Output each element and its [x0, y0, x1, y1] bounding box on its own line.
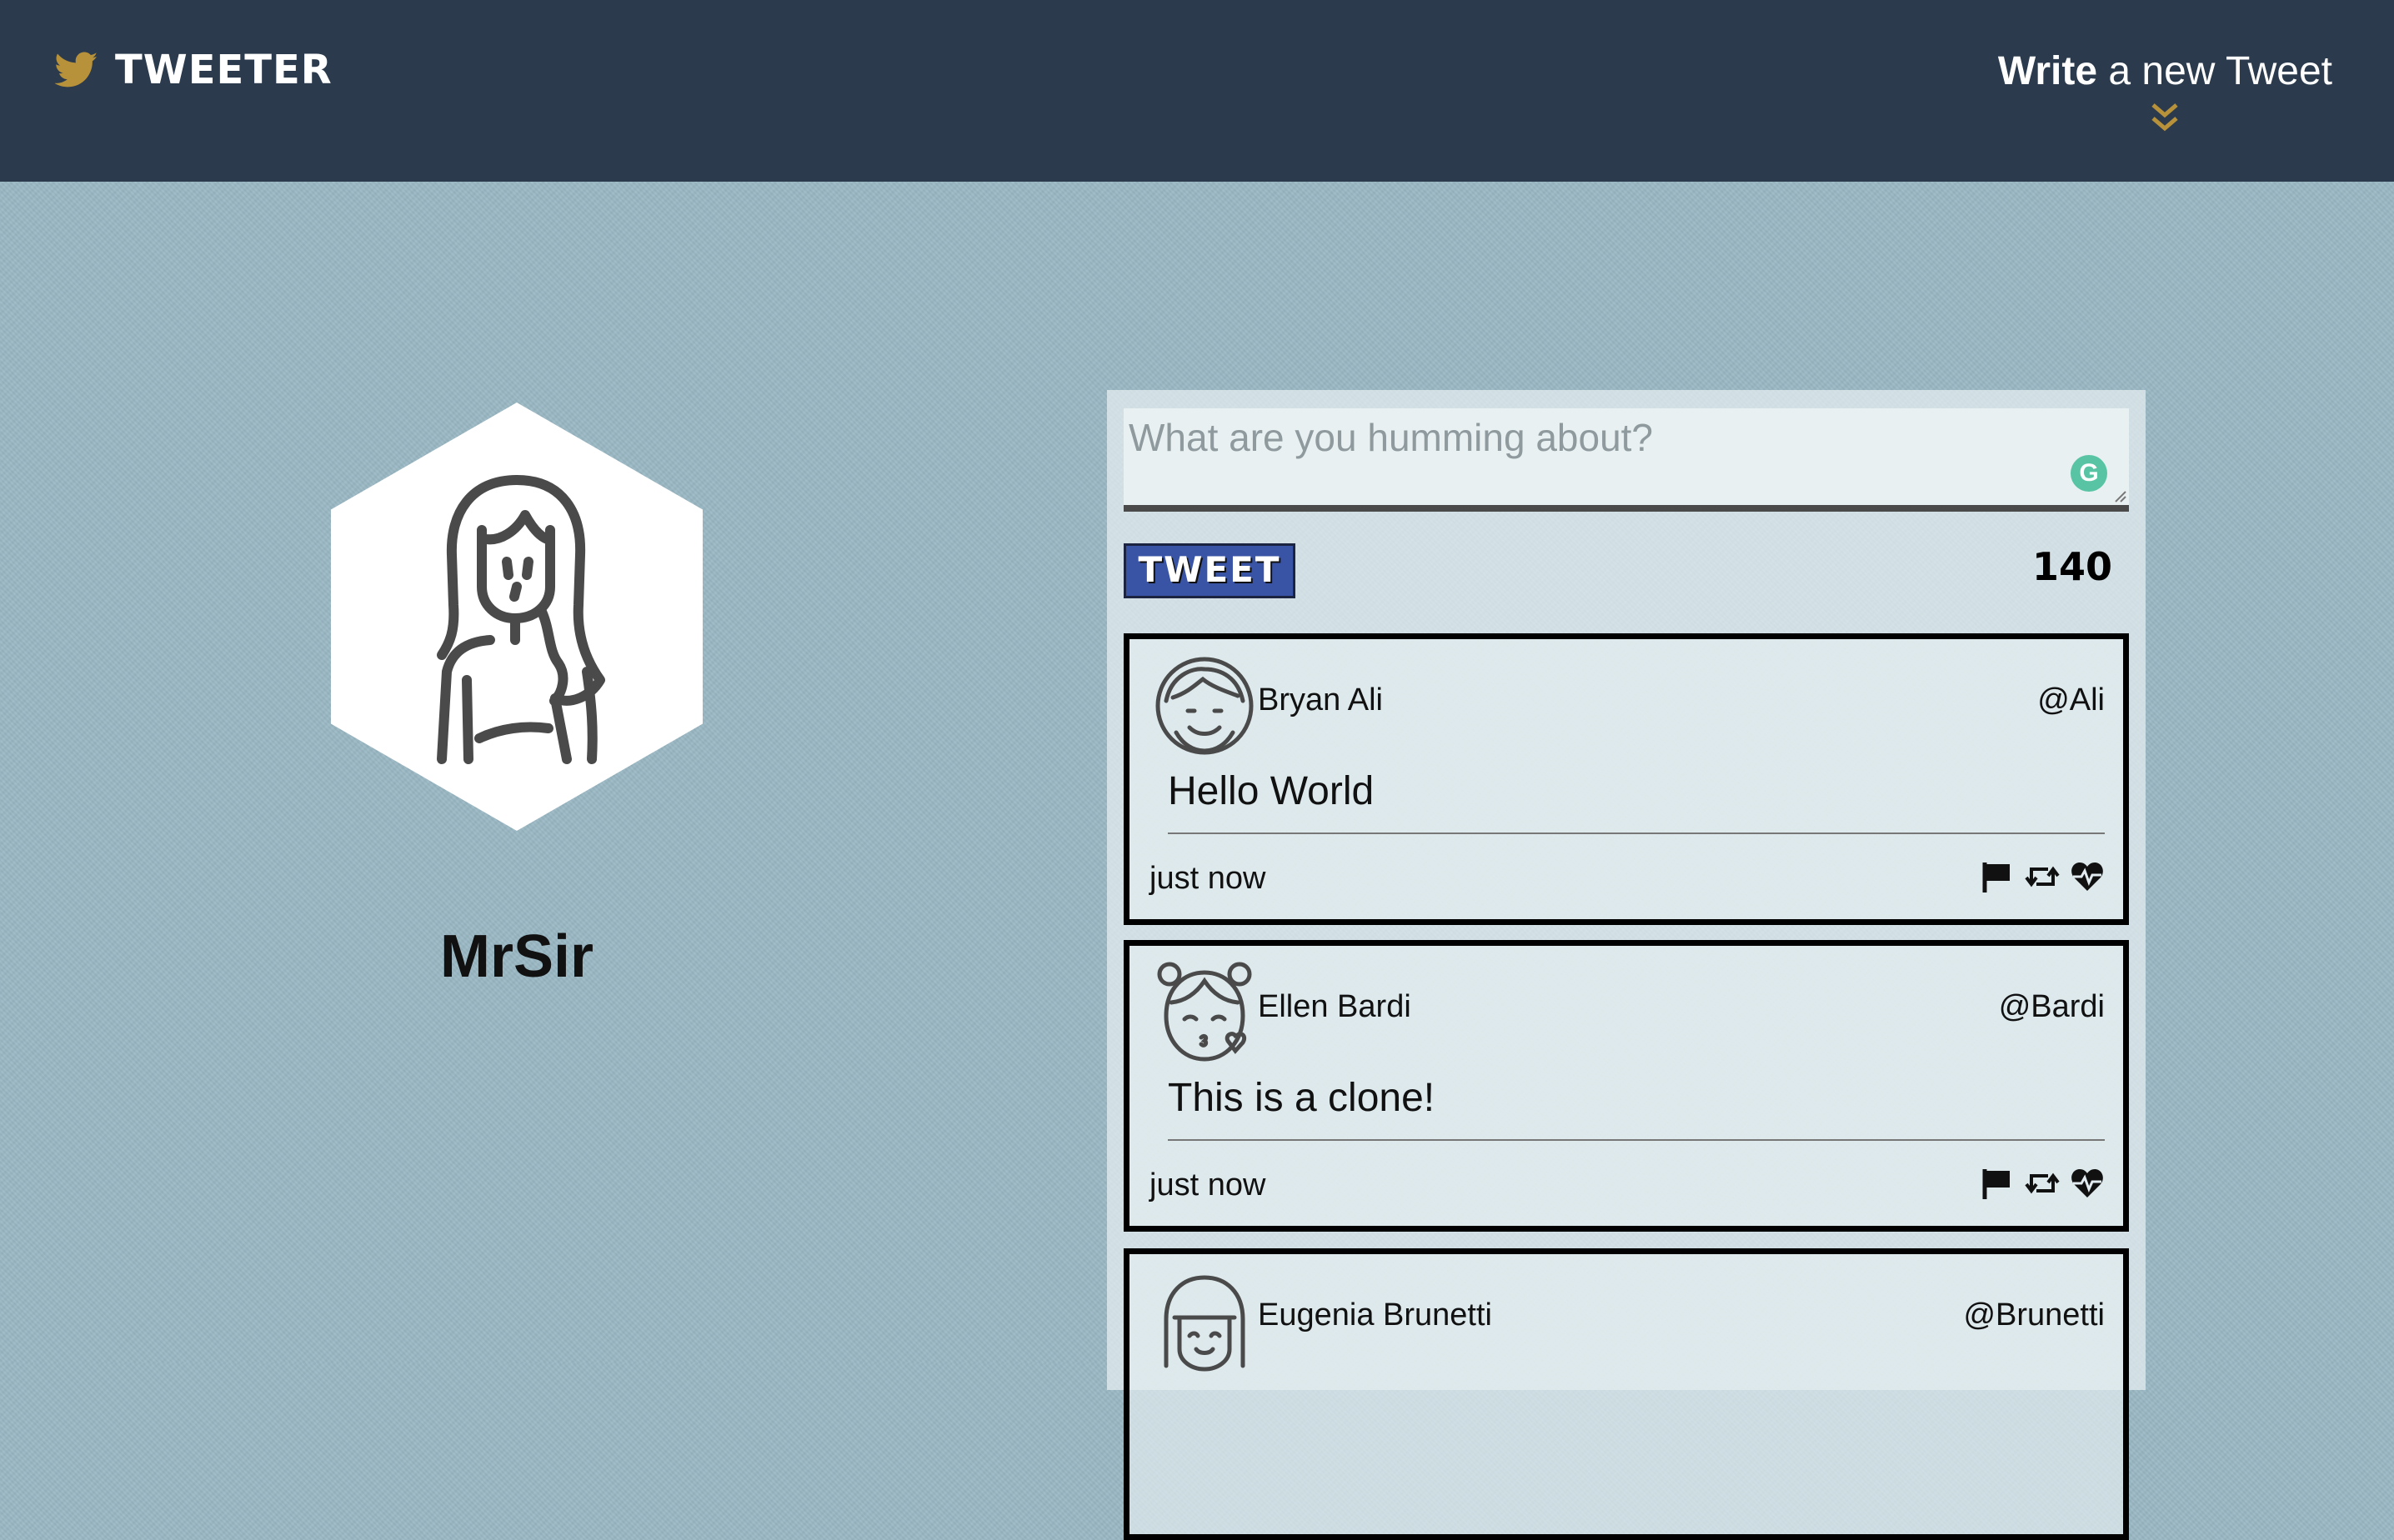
new-tweet-words: a new Tweet — [2097, 49, 2332, 93]
tweet-actions — [1980, 1166, 2105, 1201]
tweet-author-handle[interactable]: @Brunetti — [1963, 1294, 2105, 1336]
profile-username: MrSir — [439, 923, 594, 990]
tweet-divider — [1168, 1139, 2105, 1141]
tweet-input[interactable] — [1124, 408, 2129, 505]
top-nav: TWEETER Write a new Tweet — [0, 0, 2394, 182]
tweet-timestamp: just now — [1149, 861, 1266, 896]
flag-icon[interactable] — [1980, 859, 2015, 894]
heart-pulse-icon[interactable] — [2070, 1166, 2105, 1201]
brand-name: TWEETER — [115, 47, 333, 93]
write-new-tweet-label: Write a new Tweet — [1998, 47, 2332, 97]
tweet-card: Ellen Bardi @Bardi This is a clone! just… — [1124, 940, 2129, 1232]
retweet-icon[interactable] — [2025, 859, 2060, 894]
write-new-tweet-toggle[interactable]: Write a new Tweet — [1998, 47, 2332, 137]
tweet-card: Eugenia Brunetti @Brunetti — [1124, 1248, 2129, 1540]
bird-logo-icon — [55, 52, 98, 88]
grammar-check-icon[interactable]: G — [2071, 455, 2107, 492]
woman-avatar-icon — [437, 475, 605, 764]
heart-pulse-icon[interactable] — [2070, 859, 2105, 894]
tweet-composer: G — [1124, 408, 2129, 512]
tweet-card: Bryan Ali @Ali Hello World just now — [1124, 633, 2129, 925]
flag-icon[interactable] — [1980, 1166, 2015, 1201]
tweet-author-name[interactable]: Eugenia Brunetti — [1258, 1294, 1492, 1336]
tweet-author-name[interactable]: Bryan Ali — [1258, 679, 1383, 721]
character-counter: 140 — [2031, 544, 2112, 589]
profile-avatar-hexagon — [331, 402, 703, 831]
tweet-actions — [1980, 859, 2105, 894]
tweet-text: Hello World — [1168, 769, 1375, 813]
retweet-icon[interactable] — [2025, 1166, 2060, 1201]
girl-kiss-avatar-icon — [1157, 962, 1252, 1062]
tweet-text: This is a clone! — [1168, 1076, 1435, 1120]
resize-handle-icon[interactable] — [2112, 488, 2127, 503]
brand[interactable]: TWEETER — [55, 48, 333, 92]
tweet-timestamp: just now — [1149, 1168, 1266, 1202]
tweet-author-name[interactable]: Ellen Bardi — [1258, 986, 1411, 1028]
tweet-author-handle[interactable]: @Bardi — [1999, 986, 2105, 1028]
man-avatar-icon — [1155, 657, 1254, 755]
tweet-divider — [1168, 832, 2105, 834]
tweet-author-handle[interactable]: @Ali — [2037, 679, 2105, 721]
double-chevron-down-icon — [2151, 103, 2179, 132]
tweet-panel: G TWEET 140 Bryan Ali @Ali Hello World j… — [1107, 390, 2146, 1540]
write-word: Write — [1997, 49, 2098, 93]
tweet-submit-button[interactable]: TWEET — [1124, 543, 1295, 598]
girl-bangs-avatar-icon — [1164, 1275, 1245, 1372]
